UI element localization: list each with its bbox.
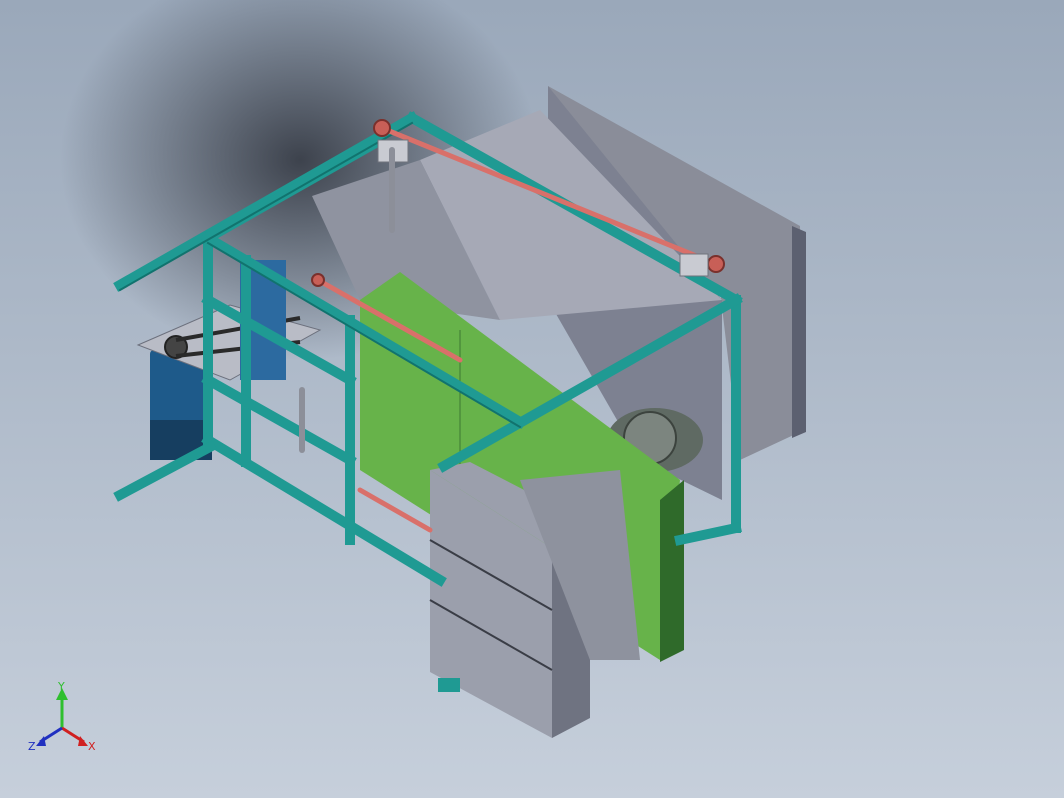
frame-bottom-right [674,522,742,546]
triad-y-label: Y [57,680,65,693]
collector-block-stack[interactable] [429,462,640,738]
rod-end-middle [311,273,325,287]
pivot-bracket-right [679,253,709,277]
housing-right-rim [792,226,806,438]
rod-end-upper-right [707,255,725,273]
cad-viewport[interactable]: Y X Z [0,0,1064,798]
foot-pad [438,678,460,692]
triad-z-label: Z [28,740,36,753]
rod-end-upper-left [373,119,391,137]
triad-x-label: X [88,740,96,753]
coordinate-triad[interactable]: Y X Z [22,680,112,760]
sieve-plate-edge [660,480,684,662]
assembly-model[interactable] [0,0,1064,798]
